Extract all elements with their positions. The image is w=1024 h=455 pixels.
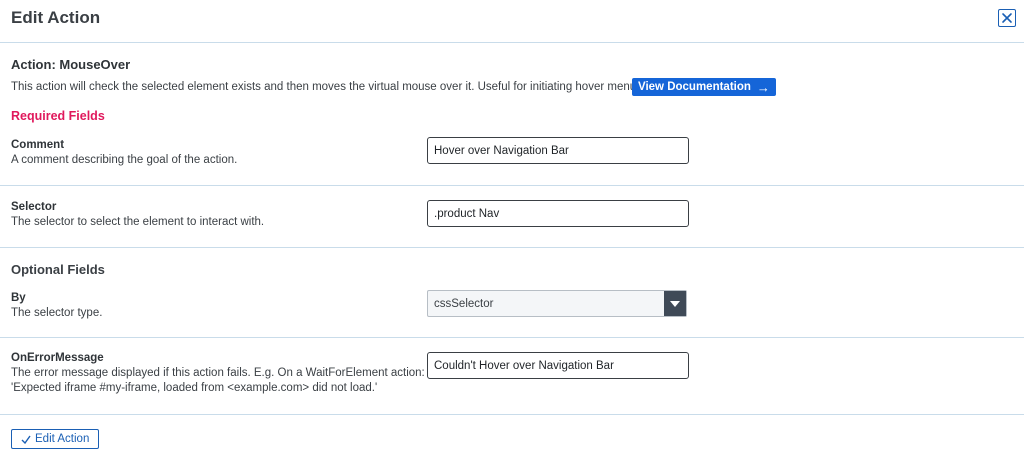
view-documentation-button[interactable]: View Documentation → xyxy=(632,78,776,96)
divider xyxy=(0,414,1024,415)
selector-input[interactable] xyxy=(427,200,689,227)
on-error-help-line1: The error message displayed if this acti… xyxy=(11,367,425,379)
close-icon xyxy=(1002,13,1012,23)
check-icon xyxy=(21,435,31,444)
by-select[interactable]: cssSelector xyxy=(427,290,687,317)
edit-action-button[interactable]: Edit Action xyxy=(11,429,100,449)
comment-label: Comment xyxy=(11,139,65,151)
arrow-right-icon: → xyxy=(756,79,770,95)
modal-header: Edit Action xyxy=(0,0,1024,43)
required-fields-heading: Required Fields xyxy=(11,109,105,123)
on-error-help-line2: 'Expected iframe #my-iframe, loaded from… xyxy=(11,382,378,394)
close-button[interactable] xyxy=(998,9,1016,27)
on-error-input[interactable] xyxy=(427,352,689,379)
divider xyxy=(0,337,1024,338)
modal-title: Edit Action xyxy=(11,8,101,27)
caret-down-icon[interactable] xyxy=(664,291,686,316)
selector-help: The selector to select the element to in… xyxy=(11,216,265,228)
action-description: This action will check the selected elem… xyxy=(11,81,646,93)
comment-input[interactable] xyxy=(427,137,689,164)
selector-label: Selector xyxy=(11,201,57,213)
optional-fields-heading: Optional Fields xyxy=(11,262,105,277)
on-error-label: OnErrorMessage xyxy=(11,352,104,364)
divider xyxy=(0,247,1024,248)
divider xyxy=(0,185,1024,186)
comment-help: A comment describing the goal of the act… xyxy=(11,154,238,166)
by-select-value: cssSelector xyxy=(434,297,494,310)
edit-action-label: Edit Action xyxy=(35,433,90,445)
action-title: Action: MouseOver xyxy=(11,57,131,72)
by-label: By xyxy=(11,292,26,304)
by-help: The selector type. xyxy=(11,307,103,319)
view-documentation-label: View Documentation xyxy=(638,81,751,93)
